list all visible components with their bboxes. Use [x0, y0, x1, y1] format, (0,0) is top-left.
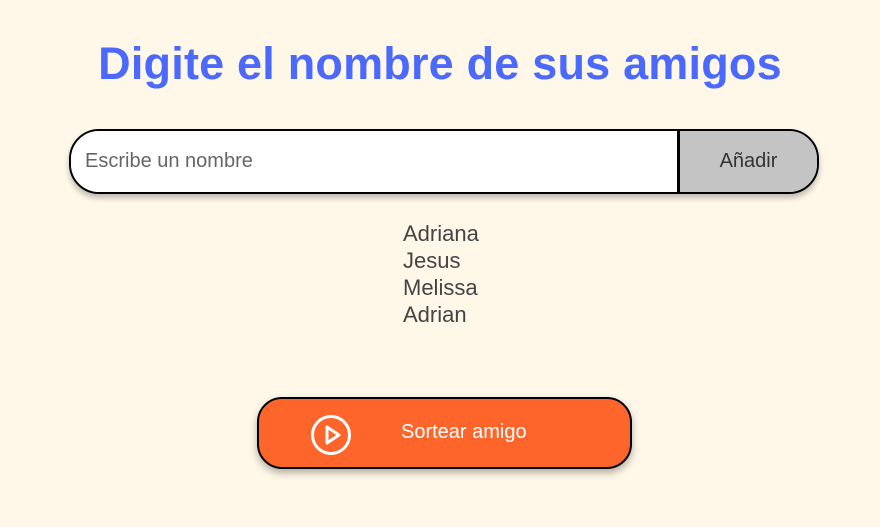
- page-title: Digite el nombre de sus amigos: [98, 38, 782, 89]
- add-button[interactable]: Añadir: [677, 131, 817, 192]
- friend-list: Adriana Jesus Melissa Adrian: [403, 220, 479, 328]
- list-item: Adrian: [403, 302, 467, 327]
- play-circle-icon: [311, 415, 351, 455]
- draw-friend-button[interactable]: Sortear amigo: [257, 397, 632, 469]
- list-item: Jesus: [403, 248, 461, 273]
- draw-button-label: Sortear amigo: [401, 421, 527, 443]
- list-item: Melissa: [403, 275, 478, 300]
- list-item: Adriana: [403, 221, 479, 246]
- name-input[interactable]: [71, 131, 677, 192]
- name-input-group: Añadir: [69, 129, 819, 194]
